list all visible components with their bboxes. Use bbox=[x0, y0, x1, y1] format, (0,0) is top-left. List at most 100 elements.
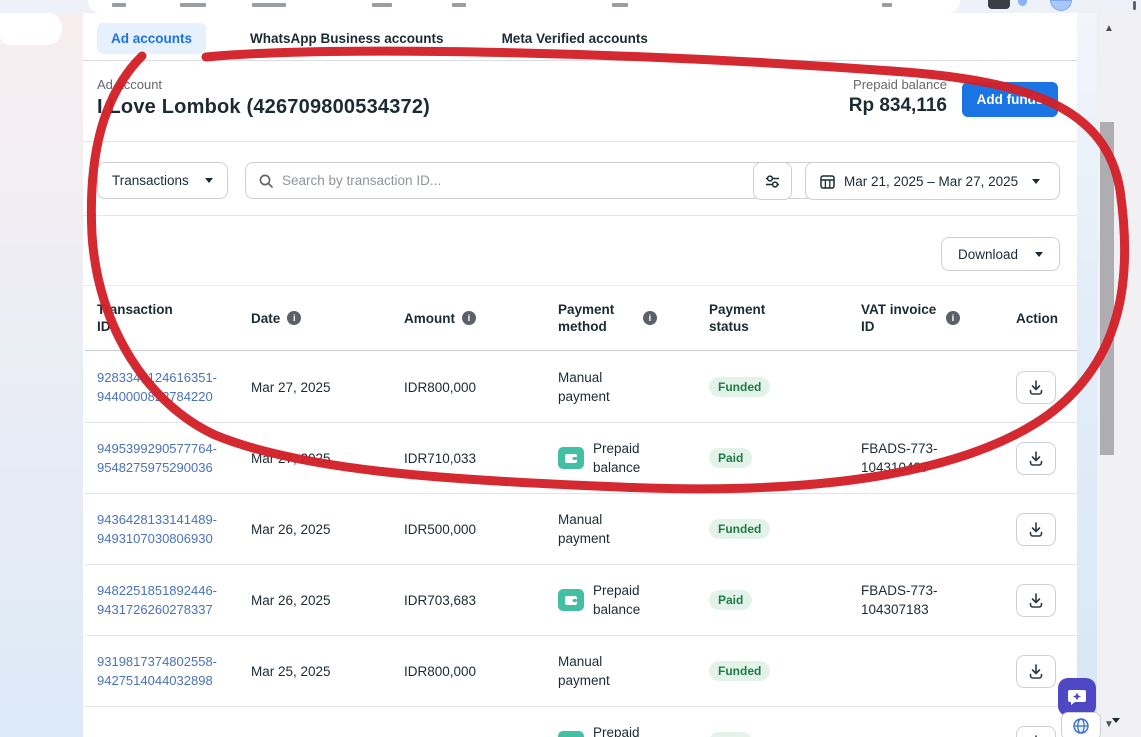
prepaid-wallet-icon bbox=[558, 731, 584, 737]
download-icon bbox=[1027, 592, 1045, 609]
info-icon[interactable]: i bbox=[462, 311, 476, 325]
column-header-vat-invoice-id: VAT invoice ID i bbox=[849, 301, 1004, 335]
date-cell: Mar 27, 2025 bbox=[239, 451, 392, 466]
ad-account-label: Ad account bbox=[97, 77, 162, 92]
calendar-icon bbox=[819, 173, 836, 190]
tab-ad-accounts[interactable]: Ad accounts bbox=[97, 23, 206, 54]
chevron-down-icon bbox=[1032, 179, 1040, 184]
divider bbox=[83, 141, 1077, 142]
status-badge: Paid bbox=[709, 732, 752, 737]
tab-meta-verified-accounts[interactable]: Meta Verified accounts bbox=[488, 23, 662, 54]
chevron-down-icon[interactable] bbox=[1112, 718, 1120, 723]
table-row: 9319817374802558- 9427514044032898 Mar 2… bbox=[85, 636, 1077, 707]
browser-extension-icon[interactable] bbox=[988, 0, 1010, 9]
transaction-type-dropdown[interactable]: Transactions bbox=[97, 162, 228, 199]
payment-status-cell: Funded bbox=[697, 519, 849, 539]
download-invoice-button[interactable] bbox=[1016, 726, 1056, 737]
transaction-type-label: Transactions bbox=[112, 173, 189, 188]
search-icon bbox=[258, 173, 274, 189]
download-invoice-button[interactable] bbox=[1016, 371, 1056, 404]
column-header-date: Date i bbox=[239, 310, 392, 327]
page-background-edge bbox=[1077, 13, 1097, 737]
download-icon bbox=[1027, 663, 1045, 680]
chevron-down-icon bbox=[1035, 252, 1043, 257]
action-cell bbox=[1004, 513, 1077, 546]
url-fragment bbox=[452, 3, 466, 7]
payment-method-cell: Manual payment bbox=[546, 652, 697, 690]
status-badge: Funded bbox=[709, 519, 770, 539]
url-fragment bbox=[180, 3, 206, 7]
date-range-picker[interactable]: Mar 21, 2025 – Mar 27, 2025 bbox=[805, 162, 1060, 200]
transaction-id-link[interactable]: 9482251851892446- 9431726260278337 bbox=[85, 581, 239, 619]
scrollbar-thumb[interactable] bbox=[1100, 122, 1114, 455]
download-icon bbox=[1027, 379, 1045, 396]
transaction-id-link[interactable]: 9495399290577764- 9548275975290036 bbox=[85, 439, 239, 477]
prepaid-wallet-icon bbox=[558, 589, 584, 611]
language-globe-button[interactable] bbox=[1061, 712, 1101, 737]
date-range-label: Mar 21, 2025 – Mar 27, 2025 bbox=[844, 174, 1018, 189]
payment-status-cell: Paid bbox=[697, 448, 849, 468]
payment-method-cell: Manual payment bbox=[546, 510, 697, 548]
search-box bbox=[245, 162, 828, 199]
info-icon[interactable]: i bbox=[946, 311, 960, 325]
browser-menu-icon[interactable] bbox=[1133, 1, 1136, 10]
status-badge: Funded bbox=[709, 377, 770, 397]
add-funds-button[interactable]: Add funds bbox=[962, 82, 1058, 117]
column-header-transaction-id: Transaction ID bbox=[85, 301, 239, 335]
column-header-amount: Amount i bbox=[392, 310, 546, 327]
browser-profile-avatar[interactable] bbox=[1050, 0, 1072, 11]
download-button[interactable]: Download bbox=[941, 237, 1060, 271]
payment-status-cell: Paid bbox=[697, 590, 849, 610]
transaction-id-link[interactable]: 9436428133141489- 9493107030806930 bbox=[85, 510, 239, 548]
table-row: 9283346124616351- 9440000822784220 Mar 2… bbox=[85, 352, 1077, 423]
amount-cell: IDR710,033 bbox=[392, 451, 546, 466]
amount-cell: IDR500,000 bbox=[392, 522, 546, 537]
account-type-tabs: Ad accounts WhatsApp Business accounts Met… bbox=[97, 18, 662, 58]
payment-method-cell: Prepaid balance bbox=[546, 723, 697, 737]
payment-method-cell: Manual payment bbox=[546, 368, 697, 406]
table-header-row: Transaction ID Date i Amount i Payment m… bbox=[85, 286, 1077, 351]
info-icon[interactable]: i bbox=[287, 311, 301, 325]
background-pill-shape bbox=[0, 12, 62, 45]
chat-bubble-icon bbox=[1066, 686, 1088, 708]
table-row: 9436428133141489- 9493107030806930 Mar 2… bbox=[85, 494, 1077, 565]
payment-status-cell: Funded bbox=[697, 661, 849, 681]
amount-cell: IDR800,000 bbox=[392, 664, 546, 679]
table-row: 9482251851892446- 9431726260278337 Mar 2… bbox=[85, 565, 1077, 636]
column-header-payment-status: Payment status bbox=[697, 301, 849, 335]
status-badge: Paid bbox=[709, 448, 752, 468]
date-cell: Mar 25, 2025 bbox=[239, 664, 392, 679]
transaction-id-link[interactable]: 9283346124616351- 9440000822784220 bbox=[85, 368, 239, 406]
info-icon[interactable]: i bbox=[643, 311, 657, 325]
filters-button[interactable] bbox=[753, 162, 792, 200]
column-header-action: Action bbox=[1004, 310, 1077, 327]
scrollbar-up-arrow[interactable]: ▲ bbox=[1101, 23, 1117, 35]
date-cell: Mar 27, 2025 bbox=[239, 380, 392, 395]
vat-invoice-cell: FBADS-773- 104310497 bbox=[849, 439, 1004, 477]
payment-method-cell: Prepaid balance bbox=[546, 581, 697, 619]
download-invoice-button[interactable] bbox=[1016, 442, 1056, 475]
url-fragment bbox=[882, 3, 892, 7]
browser-bookmark-icon[interactable] bbox=[1018, 0, 1027, 6]
status-badge: Paid bbox=[709, 590, 752, 610]
browser-omnibox-remnant bbox=[88, 0, 960, 13]
chat-support-button[interactable] bbox=[1058, 678, 1096, 716]
transactions-table-body: 9283346124616351- 9440000822784220 Mar 2… bbox=[85, 352, 1077, 737]
url-fragment bbox=[252, 3, 286, 7]
search-input[interactable] bbox=[282, 173, 815, 188]
tab-whatsapp-business-accounts[interactable]: WhatsApp Business accounts bbox=[236, 23, 458, 54]
download-invoice-button[interactable] bbox=[1016, 513, 1056, 546]
download-invoice-button[interactable] bbox=[1016, 655, 1056, 688]
download-label: Download bbox=[958, 247, 1018, 262]
transaction-id-link[interactable]: 9425159507601679- bbox=[85, 733, 239, 737]
prepaid-balance-value: Rp 834,116 bbox=[849, 95, 947, 117]
payment-status-cell: Paid bbox=[697, 732, 849, 737]
vat-invoice-cell: FBADS-773- bbox=[849, 733, 1004, 737]
download-invoice-button[interactable] bbox=[1016, 584, 1056, 617]
download-icon bbox=[1027, 450, 1045, 467]
action-cell bbox=[1004, 442, 1077, 475]
divider bbox=[83, 60, 1077, 61]
transaction-id-link[interactable]: 9319817374802558- 9427514044032898 bbox=[85, 652, 239, 690]
status-badge: Funded bbox=[709, 661, 770, 681]
payment-status-cell: Funded bbox=[697, 377, 849, 397]
